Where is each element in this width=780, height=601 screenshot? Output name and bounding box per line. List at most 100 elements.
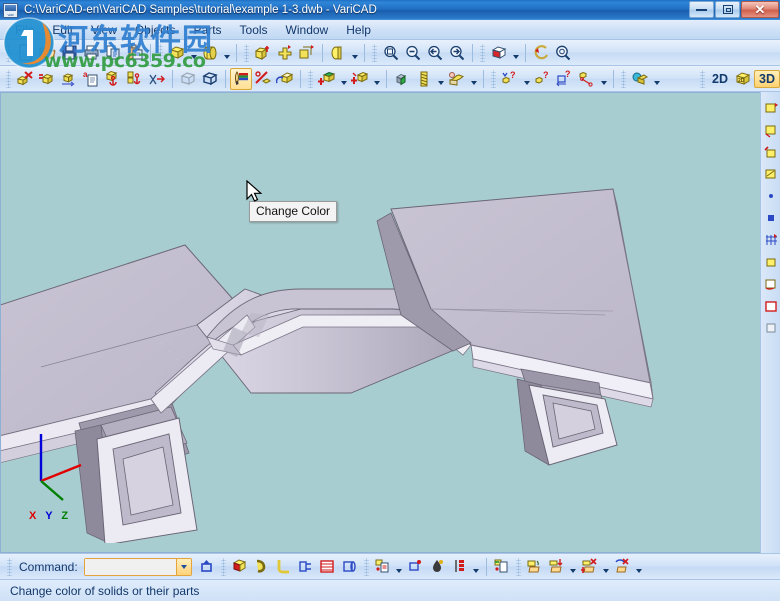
minimize-button[interactable] bbox=[689, 1, 714, 18]
point-icon[interactable] bbox=[762, 186, 780, 206]
layer-icon[interactable] bbox=[762, 98, 780, 118]
toolbar-grip[interactable] bbox=[621, 70, 626, 88]
render-icon[interactable] bbox=[629, 68, 651, 90]
transparency-icon[interactable] bbox=[274, 68, 296, 90]
solid-box-dropdown[interactable] bbox=[188, 42, 199, 64]
fillet-icon[interactable] bbox=[446, 68, 468, 90]
toolbar-grip[interactable] bbox=[7, 558, 12, 576]
solid-shade-dropdown[interactable] bbox=[349, 42, 360, 64]
replace-part-dropdown[interactable] bbox=[634, 556, 645, 578]
move-solid-icon[interactable] bbox=[58, 68, 80, 90]
toolbar-grip[interactable] bbox=[308, 70, 313, 88]
solid-shade-icon[interactable] bbox=[327, 42, 349, 64]
solid-box-icon[interactable] bbox=[229, 556, 251, 578]
zoom-all-icon[interactable] bbox=[552, 42, 574, 64]
open-file-icon[interactable] bbox=[36, 42, 58, 64]
snap-icon[interactable] bbox=[762, 208, 780, 228]
mode-2d-label[interactable]: 2D bbox=[708, 72, 732, 86]
toolbar-grip[interactable] bbox=[516, 558, 521, 576]
paste-icon[interactable] bbox=[124, 42, 146, 64]
query-distance-icon[interactable] bbox=[576, 68, 598, 90]
block-icon[interactable] bbox=[762, 318, 780, 338]
save-file-icon[interactable] bbox=[58, 42, 80, 64]
menu-parts[interactable]: Parts bbox=[185, 21, 231, 39]
solid-props-icon[interactable] bbox=[36, 68, 58, 90]
add-solid-dropdown[interactable] bbox=[338, 68, 349, 90]
hatch-icon[interactable] bbox=[762, 164, 780, 184]
add-group-icon[interactable] bbox=[349, 68, 371, 90]
solid-array-icon[interactable] bbox=[274, 42, 296, 64]
print-icon[interactable] bbox=[80, 42, 102, 64]
mirror-icon[interactable] bbox=[146, 68, 168, 90]
anchor-group-icon[interactable] bbox=[124, 68, 146, 90]
save-part-dropdown[interactable] bbox=[568, 556, 579, 578]
thread-dropdown[interactable] bbox=[435, 68, 446, 90]
insert-part-icon[interactable] bbox=[579, 556, 601, 578]
toolbar-grip[interactable] bbox=[700, 70, 705, 88]
cube-2d-icon[interactable]: 2D bbox=[732, 68, 754, 90]
fillet-dropdown[interactable] bbox=[468, 68, 479, 90]
query-volume-dropdown[interactable] bbox=[521, 68, 532, 90]
drop-icon[interactable] bbox=[427, 556, 449, 578]
menu-window[interactable]: Window bbox=[277, 21, 338, 39]
tube-icon[interactable] bbox=[339, 556, 361, 578]
zoom-out-icon[interactable] bbox=[402, 42, 424, 64]
line-type-icon[interactable] bbox=[762, 142, 780, 162]
toolbar-grip[interactable] bbox=[480, 44, 485, 62]
dimension-icon[interactable] bbox=[762, 296, 780, 316]
sheet-icon[interactable] bbox=[317, 556, 339, 578]
varicad-app-icon[interactable] bbox=[3, 3, 18, 18]
replace-part-icon[interactable] bbox=[612, 556, 634, 578]
menu-edit[interactable]: Edit bbox=[43, 21, 82, 39]
layer-props-icon[interactable] bbox=[762, 120, 780, 140]
query-volume-icon[interactable]: ? bbox=[499, 68, 521, 90]
copy-icon[interactable] bbox=[102, 42, 124, 64]
menu-file[interactable]: File bbox=[6, 21, 43, 39]
solid-cylinder-dropdown[interactable] bbox=[221, 42, 232, 64]
bend-pipe-icon[interactable] bbox=[251, 556, 273, 578]
ortho-icon[interactable] bbox=[762, 252, 780, 272]
command-dropdown-button[interactable] bbox=[176, 559, 191, 575]
menu-view[interactable]: View bbox=[82, 21, 126, 39]
thread-icon[interactable] bbox=[413, 68, 435, 90]
anchor-solid-icon[interactable] bbox=[102, 68, 124, 90]
toolbar-grip[interactable] bbox=[244, 44, 249, 62]
menu-objects[interactable]: Objects bbox=[126, 21, 185, 39]
toolbar-grip[interactable] bbox=[158, 44, 163, 62]
change-color-icon[interactable] bbox=[230, 68, 252, 90]
add-solid-icon[interactable] bbox=[316, 68, 338, 90]
list-icon[interactable] bbox=[491, 556, 513, 578]
new-file-icon[interactable] bbox=[14, 42, 36, 64]
toolbar-grip[interactable] bbox=[6, 44, 11, 62]
coord-icon[interactable] bbox=[405, 556, 427, 578]
toolbar-grip[interactable] bbox=[221, 558, 226, 576]
render-dropdown[interactable] bbox=[651, 68, 662, 90]
insert-part-dropdown[interactable] bbox=[601, 556, 612, 578]
rotate-view-icon[interactable] bbox=[530, 42, 552, 64]
toolbar-grip[interactable] bbox=[491, 70, 496, 88]
grid-icon[interactable] bbox=[762, 230, 780, 250]
close-button[interactable]: ✕ bbox=[741, 1, 779, 18]
query-solid-icon[interactable]: ? bbox=[532, 68, 554, 90]
annotate-icon[interactable]: a bbox=[80, 68, 102, 90]
wireframe-icon[interactable] bbox=[177, 68, 199, 90]
solid-box-icon[interactable] bbox=[166, 42, 188, 64]
zoom-previous-icon[interactable] bbox=[424, 42, 446, 64]
restore-button[interactable] bbox=[715, 1, 740, 18]
section-cube-icon[interactable] bbox=[488, 42, 510, 64]
solid-copy-icon[interactable] bbox=[296, 42, 318, 64]
toolbar-grip[interactable] bbox=[372, 44, 377, 62]
command-input[interactable] bbox=[85, 559, 176, 575]
solid-cylinder-icon[interactable] bbox=[199, 42, 221, 64]
elbow-icon[interactable] bbox=[273, 556, 295, 578]
table-icon[interactable] bbox=[449, 556, 471, 578]
mode-3d-button[interactable]: 3D bbox=[754, 70, 780, 88]
section-cube-dropdown[interactable] bbox=[510, 42, 521, 64]
bom-icon[interactable] bbox=[372, 556, 394, 578]
add-group-dropdown[interactable] bbox=[371, 68, 382, 90]
zoom-window-icon[interactable] bbox=[380, 42, 402, 64]
bom-dropdown[interactable] bbox=[394, 556, 405, 578]
open-part-icon[interactable] bbox=[524, 556, 546, 578]
toolbar-grip[interactable] bbox=[364, 558, 369, 576]
text-icon[interactable] bbox=[762, 274, 780, 294]
